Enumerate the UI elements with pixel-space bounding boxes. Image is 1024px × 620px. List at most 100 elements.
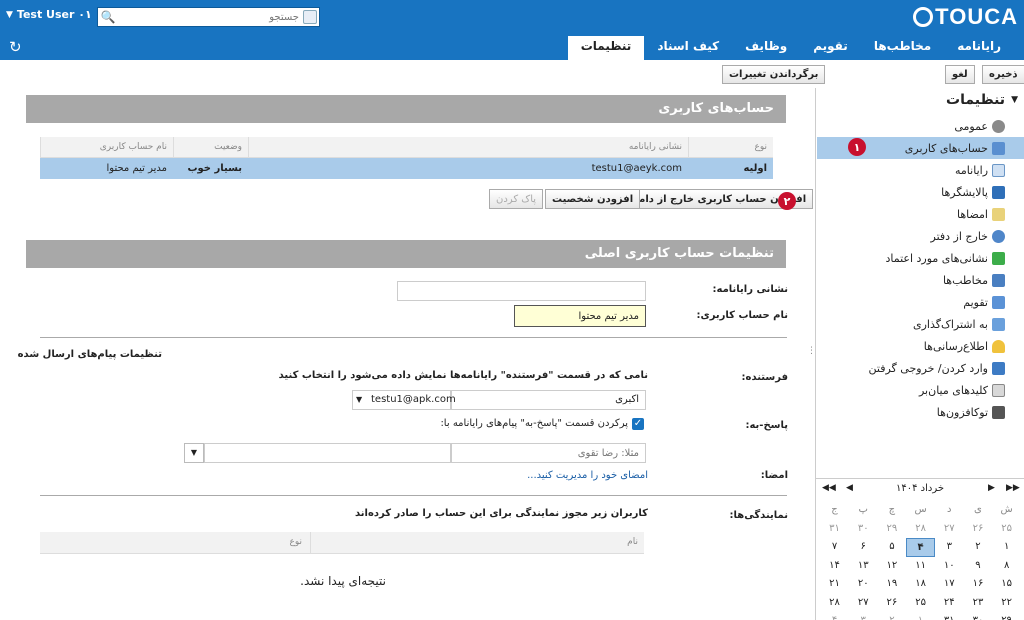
calendar-day[interactable]: ۱۹ [878, 575, 907, 594]
tab-mail[interactable]: رایانامه [944, 36, 1014, 60]
calendar-day[interactable]: ۲۲ [992, 594, 1021, 613]
calendar-day[interactable]: ۲۱ [820, 575, 849, 594]
tab-calendar[interactable]: تقویم [800, 36, 861, 60]
from-name-input[interactable]: اکبری [451, 390, 646, 410]
calendar-day[interactable]: ۶ [849, 538, 878, 557]
calendar-day[interactable]: ۲۵ [992, 520, 1021, 539]
calendar-day[interactable]: ۴ [820, 612, 849, 620]
calendar-day[interactable]: ۱ [992, 538, 1021, 557]
revert-changes-button[interactable]: برگرداندن تغییرات [722, 65, 826, 84]
sidebar-item-shortcuts[interactable]: کلیدهای میان‌بر [817, 379, 1024, 401]
calendar-day[interactable]: ۳ [849, 612, 878, 620]
account-name-input[interactable] [514, 305, 646, 327]
collapse-triangle-icon[interactable]: ▼ [1011, 95, 1018, 105]
calendar-day[interactable]: ۲۸ [906, 520, 935, 539]
next-year-icon[interactable]: ▶▶ [1006, 483, 1020, 493]
calendar-day[interactable]: ۱۱ [906, 557, 935, 576]
tab-tasks[interactable]: وظایف [732, 36, 800, 60]
calendar-day[interactable]: ۲۸ [820, 594, 849, 613]
calendar-day[interactable]: ۲۹ [878, 520, 907, 539]
sidebar-title[interactable]: ▼ تنظیمات [946, 92, 1018, 108]
calendar-day[interactable]: ۱۴ [820, 557, 849, 576]
calendar-day[interactable]: ۵ [878, 538, 907, 557]
calendar-day[interactable]: ۱۶ [964, 575, 993, 594]
column-header-type[interactable]: نوع [688, 136, 773, 158]
calendar-day[interactable]: ۳۰ [964, 612, 993, 620]
calendar-day[interactable]: ۲۷ [935, 520, 964, 539]
sidebar-item-signatures[interactable]: امضاها [817, 203, 1024, 225]
calendar-day[interactable]: ۲۰ [849, 575, 878, 594]
column-header-status[interactable]: وضعیت [173, 136, 248, 158]
save-button[interactable]: ذخیره [982, 65, 1024, 84]
calendar-day[interactable]: ۳ [935, 538, 964, 557]
refresh-icon[interactable]: ↻ [9, 38, 22, 56]
delegates-help-text: کاربران زیر مجوز نمایندگی برای این حساب … [355, 508, 648, 519]
calendar-day[interactable]: ۲۷ [849, 594, 878, 613]
table-row[interactable]: مدیر تیم محتوا بسیار خوب testu1@aeyk.com… [40, 158, 773, 179]
reply-to-checkbox[interactable]: ✓ [632, 418, 644, 430]
calendar-day[interactable]: ۷ [820, 538, 849, 557]
tab-briefcase[interactable]: کیف اسناد [644, 36, 732, 60]
chevron-down-icon[interactable]: ▼ [184, 443, 204, 463]
delete-account-button[interactable]: پاک کردن [489, 189, 544, 209]
calendar-day[interactable]: ۳۱ [935, 612, 964, 620]
sidebar-item-calendar[interactable]: تقویم [817, 291, 1024, 313]
search-icon[interactable]: 🔍 [98, 10, 118, 24]
delegates-table-header: نام نوع [40, 532, 644, 554]
from-email-select[interactable]: testu1@apk.com [352, 390, 456, 410]
share-icon [992, 317, 1005, 331]
calendar-day[interactable]: ۲۹ [992, 612, 1021, 620]
calendar-day-today[interactable]: ۴ [906, 538, 935, 557]
sidebar-item-import-export[interactable]: وارد کردن/ خروجی گرفتن [817, 357, 1024, 379]
sidebar-item-mail[interactable]: رایانامه [817, 159, 1024, 181]
weekday-label: س [914, 504, 927, 515]
pane-splitter[interactable]: ⋮ [807, 346, 816, 356]
reply-to-name-input[interactable] [451, 443, 646, 463]
search-scope-icon[interactable] [303, 10, 317, 24]
calendar-day[interactable]: ۱۳ [849, 557, 878, 576]
search-box[interactable]: 🔍 [97, 7, 320, 27]
calendar-day[interactable]: ۱ [906, 612, 935, 620]
calendar-day[interactable]: ۳۰ [849, 520, 878, 539]
user-menu[interactable]: ▼ Test User ۰۱ [6, 8, 92, 21]
chevron-down-icon[interactable]: ▼ [356, 395, 362, 404]
calendar-day[interactable]: ۱۰ [935, 557, 964, 576]
sidebar-item-general[interactable]: عمومی [817, 115, 1024, 137]
prev-year-icon[interactable]: ◀◀ [822, 483, 836, 493]
calendar-day[interactable]: ۸ [992, 557, 1021, 576]
calendar-day[interactable]: ۱۷ [935, 575, 964, 594]
calendar-day[interactable]: ۳۱ [820, 520, 849, 539]
search-input[interactable] [118, 9, 303, 25]
calendar-day[interactable]: ۲۴ [935, 594, 964, 613]
sidebar-item-filters[interactable]: پالایشگرها [817, 181, 1024, 203]
calendar-day[interactable]: ۱۲ [878, 557, 907, 576]
next-month-icon[interactable]: ▶ [988, 483, 995, 493]
prev-month-icon[interactable]: ◀ [846, 483, 853, 493]
reply-to-email-select[interactable] [204, 443, 451, 463]
calendar-day[interactable]: ۲ [964, 538, 993, 557]
calendar-day[interactable]: ۱۵ [992, 575, 1021, 594]
delegates-column-name[interactable]: نام [627, 537, 638, 547]
sidebar-item-trusted-addresses[interactable]: نشانی‌های مورد اعتماد [817, 247, 1024, 269]
calendar-day[interactable]: ۱۸ [906, 575, 935, 594]
calendar-day[interactable]: ۲۵ [906, 594, 935, 613]
sidebar-item-sharing[interactable]: به اشتراک‌گذاری [817, 313, 1024, 335]
sidebar-item-zimlets[interactable]: توکافزون‌ها [817, 401, 1024, 423]
column-header-name[interactable]: نام حساب کاربری [40, 136, 173, 158]
manage-signature-link[interactable]: امضای خود را مدیریت کنید... [527, 470, 648, 481]
column-header-email[interactable]: نشانی رایانامه [248, 136, 688, 158]
calendar-month-title[interactable]: خرداد ۱۴۰۴ [896, 483, 944, 494]
add-persona-button[interactable]: افزودن شخصیت [545, 189, 641, 209]
tab-settings[interactable]: تنظیمات [567, 36, 645, 60]
calendar-day[interactable]: ۲۳ [964, 594, 993, 613]
calendar-day[interactable]: ۲ [878, 612, 907, 620]
delegates-column-type[interactable]: نوع [289, 537, 302, 547]
sidebar-item-notifications[interactable]: اطلاع‌رسانی‌ها [817, 335, 1024, 357]
cancel-button[interactable]: لغو [945, 65, 975, 84]
tab-contacts[interactable]: مخاطب‌ها [861, 36, 944, 60]
calendar-day[interactable]: ۹ [964, 557, 993, 576]
sidebar-item-out-of-office[interactable]: خارج از دفتر [817, 225, 1024, 247]
calendar-day[interactable]: ۲۶ [964, 520, 993, 539]
calendar-day[interactable]: ۲۶ [878, 594, 907, 613]
sidebar-item-contacts[interactable]: مخاطب‌ها [817, 269, 1024, 291]
